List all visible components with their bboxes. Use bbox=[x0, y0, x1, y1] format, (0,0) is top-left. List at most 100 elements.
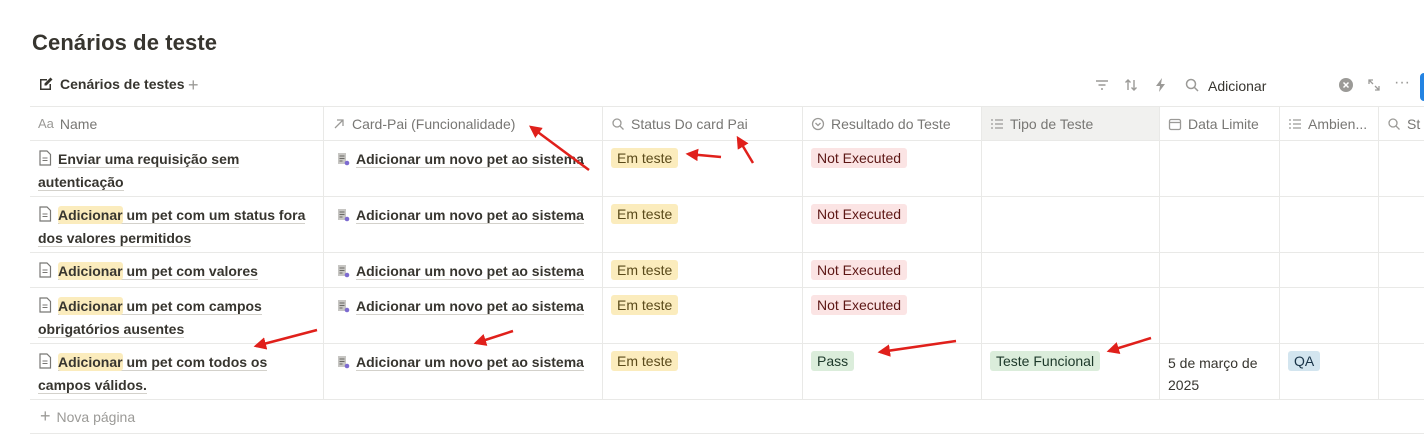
table-header: Aa Name Card-Pai (Funcionalidade) Status… bbox=[30, 106, 1424, 141]
search-icon bbox=[1387, 117, 1401, 131]
edit-icon bbox=[38, 76, 54, 92]
page-icon bbox=[38, 297, 52, 319]
row-title[interactable]: Adicionar um pet com um status fora dos … bbox=[38, 206, 306, 247]
result-tag: Not Executed bbox=[811, 148, 908, 168]
name-cell[interactable]: Adicionar um pet com um status fora dos … bbox=[30, 197, 324, 252]
name-cell[interactable]: Adicionar um pet com valores inválidos bbox=[30, 253, 324, 287]
table-row[interactable]: Adicionar um pet com campos obrigatórios… bbox=[30, 288, 1424, 344]
date-cell[interactable] bbox=[1160, 253, 1280, 287]
relation-cell[interactable]: Adicionar um novo pet ao sistema bbox=[324, 344, 603, 399]
table-row[interactable]: Adicionar um pet com um status fora dos … bbox=[30, 197, 1424, 253]
page-icon bbox=[38, 262, 52, 284]
column-header-resultado[interactable]: Resultado do Teste bbox=[803, 107, 982, 140]
tipo-cell[interactable]: Teste Funcional bbox=[982, 344, 1160, 399]
view-tab-label: Cenários de testes bbox=[60, 76, 185, 92]
sort-icon[interactable] bbox=[1123, 77, 1139, 93]
search-icon[interactable] bbox=[1184, 77, 1200, 93]
search-highlight: Adicionar bbox=[58, 297, 123, 315]
row-title[interactable]: Adicionar um pet com todos os campos vál… bbox=[38, 353, 268, 394]
list-icon bbox=[990, 117, 1004, 131]
result-cell[interactable]: Pass bbox=[803, 344, 982, 399]
column-header-card-pai[interactable]: Card-Pai (Funcionalidade) bbox=[324, 107, 603, 140]
linked-page-icon bbox=[336, 299, 350, 316]
column-header-ambiente[interactable]: Ambien... bbox=[1280, 107, 1379, 140]
row-title[interactable]: Adicionar um pet com valores inválidos bbox=[38, 262, 258, 287]
search-icon bbox=[611, 117, 625, 131]
status-cell[interactable]: Em teste bbox=[603, 344, 803, 399]
result-tag: Not Executed bbox=[811, 204, 908, 224]
tipo-cell[interactable] bbox=[982, 288, 1160, 343]
linked-page-icon bbox=[336, 208, 350, 225]
column-header-data-limite[interactable]: Data Limite bbox=[1160, 107, 1280, 140]
table-row[interactable]: Adicionar um pet com todos os campos vál… bbox=[30, 344, 1424, 400]
relation-link[interactable]: Adicionar um novo pet ao sistema bbox=[356, 298, 584, 315]
column-header-status-card-pai[interactable]: Status Do card Pai bbox=[603, 107, 803, 140]
relation-link[interactable]: Adicionar um novo pet ao sistema bbox=[356, 263, 584, 280]
plus-icon: + bbox=[40, 406, 51, 426]
column-header-status-truncated[interactable]: St bbox=[1379, 107, 1424, 140]
ambiente-cell[interactable] bbox=[1280, 288, 1379, 343]
status-truncated-cell[interactable] bbox=[1379, 344, 1424, 399]
page-icon bbox=[38, 353, 52, 375]
automation-bolt-icon[interactable] bbox=[1153, 77, 1169, 93]
relation-cell[interactable]: Adicionar um novo pet ao sistema bbox=[324, 253, 603, 287]
row-title[interactable]: Adicionar um pet com campos obrigatórios… bbox=[38, 297, 262, 338]
column-header-name[interactable]: Aa Name bbox=[30, 107, 324, 140]
relation-link[interactable]: Adicionar um novo pet ao sistema bbox=[356, 207, 584, 224]
tipo-cell[interactable] bbox=[982, 141, 1160, 196]
result-tag: Pass bbox=[811, 351, 855, 371]
linked-page-icon bbox=[336, 152, 350, 169]
relation-link[interactable]: Adicionar um novo pet ao sistema bbox=[356, 354, 584, 371]
clear-search-icon[interactable] bbox=[1338, 77, 1354, 93]
name-cell[interactable]: Adicionar um pet com campos obrigatórios… bbox=[30, 288, 324, 343]
date-cell[interactable] bbox=[1160, 288, 1280, 343]
table-row[interactable]: Enviar uma requisição sem autenticação Ad… bbox=[30, 141, 1424, 197]
result-cell[interactable]: Not Executed bbox=[803, 141, 982, 196]
status-cell[interactable]: Em teste bbox=[603, 141, 803, 196]
status-truncated-cell[interactable] bbox=[1379, 141, 1424, 196]
page-title: Cenários de teste bbox=[32, 30, 218, 55]
column-header-tipo[interactable]: Tipo de Teste bbox=[982, 107, 1160, 140]
ambiente-cell[interactable] bbox=[1280, 197, 1379, 252]
result-cell[interactable]: Not Executed bbox=[803, 197, 982, 252]
status-truncated-cell[interactable] bbox=[1379, 288, 1424, 343]
tipo-cell[interactable] bbox=[982, 253, 1160, 287]
tipo-tag: Teste Funcional bbox=[990, 351, 1101, 371]
result-cell[interactable]: Not Executed bbox=[803, 288, 982, 343]
table-row[interactable]: Adicionar um pet com valores inválidos Ad… bbox=[30, 253, 1424, 288]
relation-cell[interactable]: Adicionar um novo pet ao sistema bbox=[324, 197, 603, 252]
view-tab-cenarios[interactable]: Cenários de testes bbox=[38, 76, 185, 92]
status-truncated-cell[interactable] bbox=[1379, 197, 1424, 252]
filter-icon[interactable] bbox=[1094, 77, 1110, 93]
ambiente-cell[interactable] bbox=[1280, 141, 1379, 196]
ambiente-cell[interactable]: QA bbox=[1280, 344, 1379, 399]
relation-link[interactable]: Adicionar um novo pet ao sistema bbox=[356, 151, 584, 168]
expand-icon[interactable] bbox=[1366, 77, 1382, 93]
ambiente-cell[interactable] bbox=[1280, 253, 1379, 287]
relation-cell[interactable]: Adicionar um novo pet ao sistema bbox=[324, 141, 603, 196]
new-page-button[interactable]: + Nova página bbox=[30, 400, 1424, 434]
row-title[interactable]: Enviar uma requisição sem autenticação bbox=[38, 151, 240, 191]
tipo-cell[interactable] bbox=[982, 197, 1160, 252]
status-cell[interactable]: Em teste bbox=[603, 197, 803, 252]
relation-arrow-icon bbox=[332, 117, 346, 131]
add-view-button[interactable]: + bbox=[188, 75, 199, 96]
status-tag: Em teste bbox=[611, 204, 679, 224]
new-button[interactable] bbox=[1420, 73, 1424, 101]
date-cell[interactable] bbox=[1160, 197, 1280, 252]
search-input[interactable]: Adicionar bbox=[1208, 78, 1266, 94]
status-truncated-cell[interactable] bbox=[1379, 253, 1424, 287]
more-options-icon[interactable]: ··· bbox=[1394, 74, 1410, 92]
relation-cell[interactable]: Adicionar um novo pet ao sistema bbox=[324, 288, 603, 343]
status-tag: Em teste bbox=[611, 148, 679, 168]
result-cell[interactable]: Not Executed bbox=[803, 253, 982, 287]
search-highlight: Adicionar bbox=[58, 353, 123, 371]
name-cell[interactable]: Adicionar um pet com todos os campos vál… bbox=[30, 344, 324, 399]
name-cell[interactable]: Enviar uma requisição sem autenticação bbox=[30, 141, 324, 196]
date-value: 5 de março de 2025 bbox=[1168, 355, 1258, 393]
status-tag: Em teste bbox=[611, 351, 679, 371]
date-cell[interactable]: 5 de março de 2025 bbox=[1160, 344, 1280, 399]
status-cell[interactable]: Em teste bbox=[603, 288, 803, 343]
date-cell[interactable] bbox=[1160, 141, 1280, 196]
status-cell[interactable]: Em teste bbox=[603, 253, 803, 287]
